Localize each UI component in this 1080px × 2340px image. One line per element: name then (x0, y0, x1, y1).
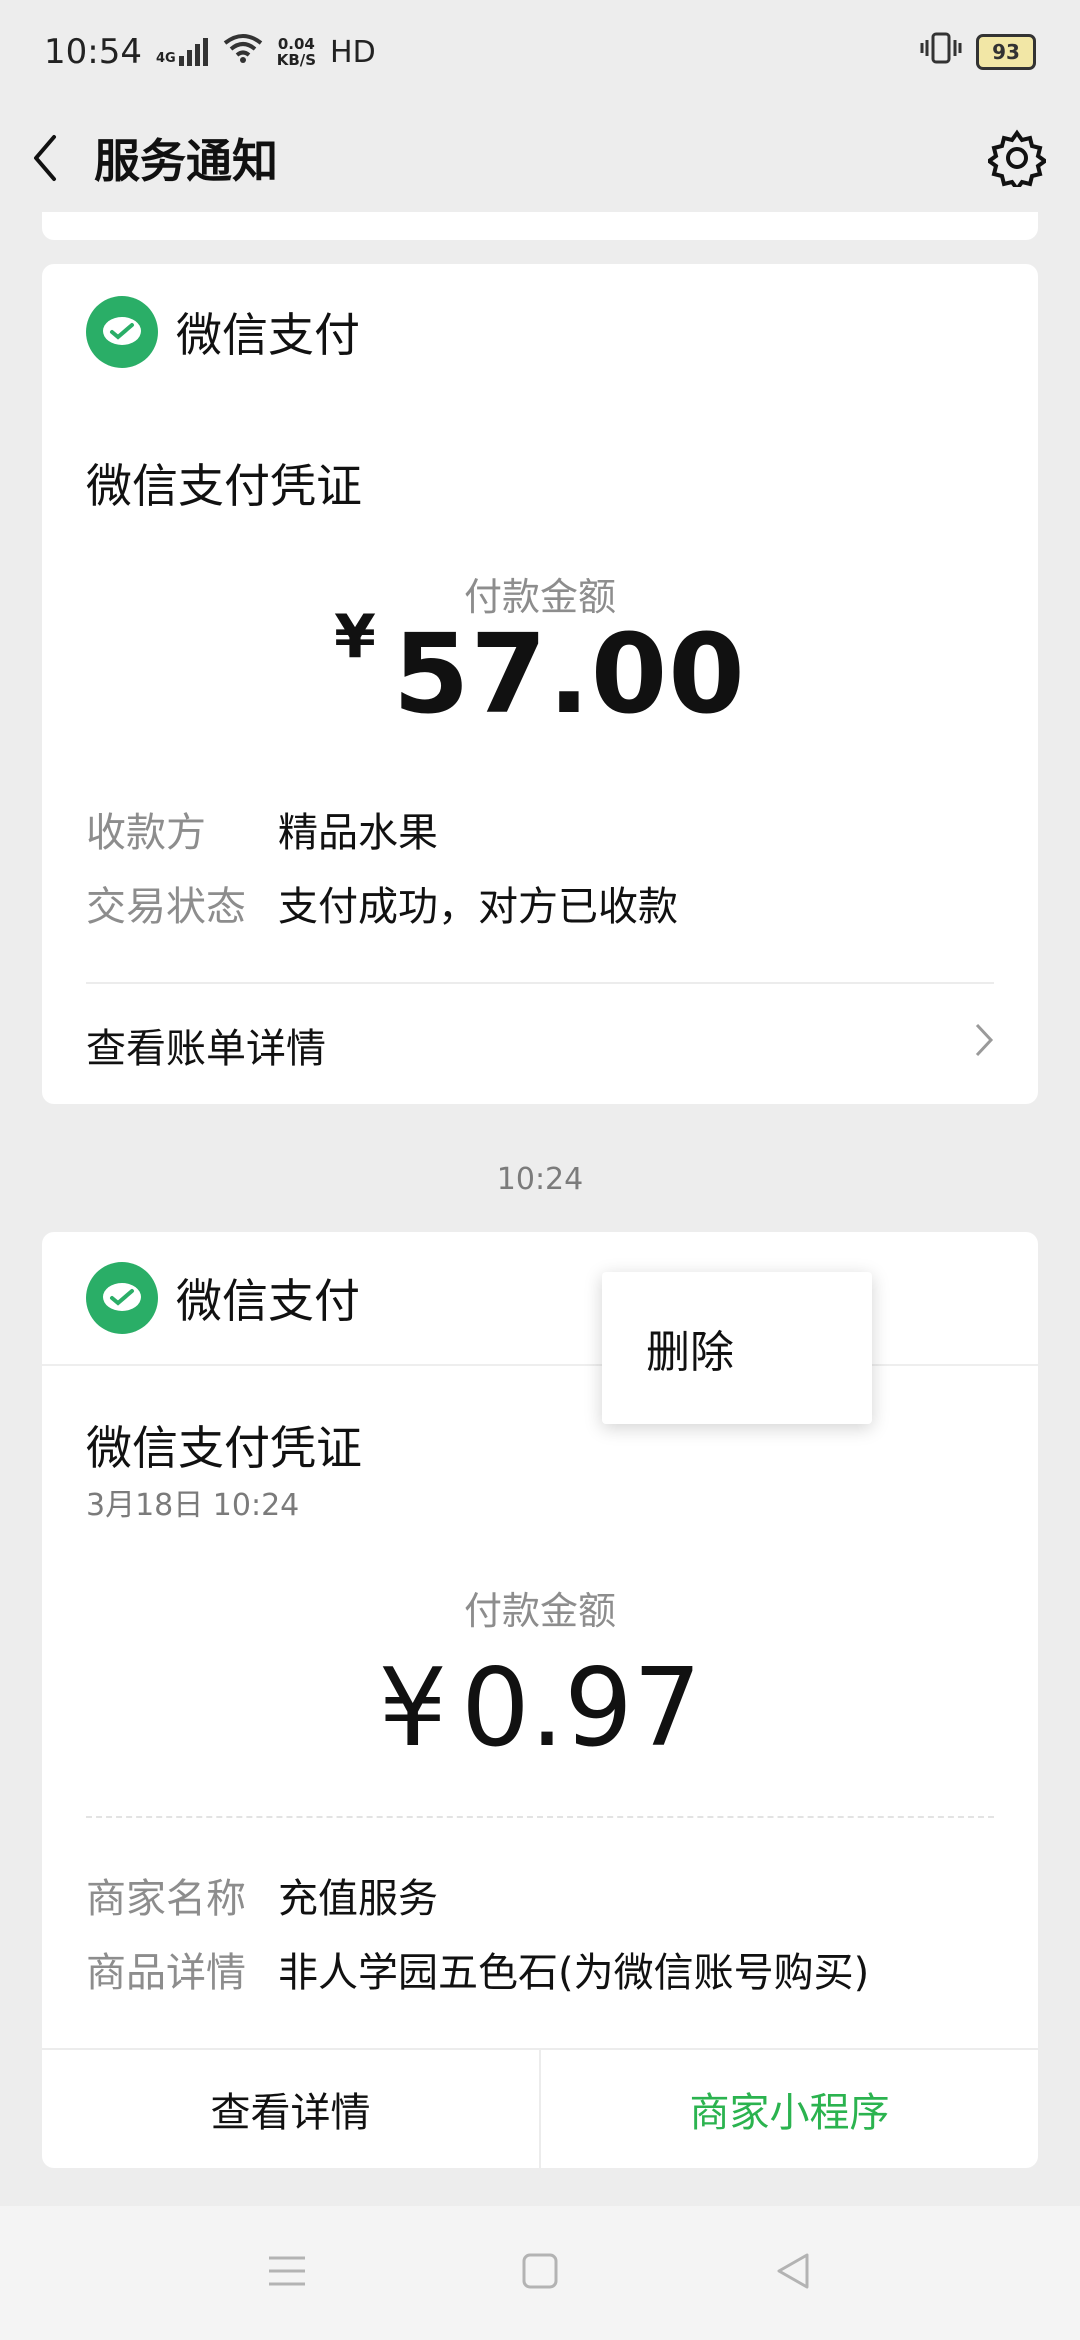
context-menu: 删除 (602, 1272, 872, 1424)
amount-label: 付款金额 (463, 1589, 616, 1633)
vibrate-icon (920, 32, 962, 73)
merchant-key: 商家名称 (86, 1876, 246, 1922)
back-triangle-icon[interactable] (773, 2251, 813, 2295)
network-speed: 0.04 KB/S (277, 36, 316, 68)
dashed-divider (86, 1816, 994, 1818)
voucher-title: 微信支付凭证 (86, 459, 362, 513)
brand-name: 微信支付 (176, 308, 360, 362)
card-actions: 查看详情 商家小程序 (42, 2048, 1038, 2168)
brand-header: 微信支付 (86, 296, 360, 368)
merchant-value: 充值服务 (278, 1876, 438, 1922)
status-time: 10:54 (44, 32, 142, 72)
payee-row: 收款方 精品水果 (86, 800, 438, 858)
cellular-signal-icon: 4G (156, 38, 209, 66)
navigation-bar: 服务通知 (0, 104, 1080, 212)
payment-voucher-card[interactable]: 微信支付 微信支付凭证 3月18日 10:24 付款金额 ¥0.97 商家名称 … (42, 1232, 1038, 2168)
product-value: 非人学园五色石(为微信账号购买) (278, 1950, 870, 1996)
currency-symbol: ¥ (378, 1646, 448, 1771)
wifi-icon (223, 32, 263, 72)
wechat-pay-logo-icon (86, 296, 158, 368)
chevron-right-icon (974, 1022, 994, 1068)
gear-icon[interactable] (988, 129, 1046, 187)
page-title: 服务通知 (94, 134, 278, 188)
battery-icon: 93 (976, 34, 1036, 70)
divider (42, 1364, 1038, 1366)
status-key: 交易状态 (86, 884, 246, 930)
status-row: 交易状态 支付成功，对方已收款 (86, 874, 678, 932)
delete-menu-item[interactable]: 删除 (646, 1316, 734, 1380)
status-value: 支付成功，对方已收款 (278, 884, 678, 930)
brand-header: 微信支付 (86, 1262, 360, 1334)
network-type: 4G (155, 51, 176, 66)
divider (86, 982, 994, 984)
status-bar: 10:54 4G 0.04 KB/S HD 93 (0, 0, 1080, 104)
system-navigation-bar (0, 2206, 1080, 2340)
brand-name: 微信支付 (176, 1274, 360, 1328)
wechat-pay-logo-icon (86, 1262, 158, 1334)
view-bill-details-label: 查看账单详情 (86, 1026, 326, 1072)
voucher-title: 微信支付凭证 (86, 1421, 362, 1475)
payment-voucher-card[interactable]: 微信支付 微信支付凭证 付款金额 ¥57.00 收款方 精品水果 交易状态 支付… (42, 264, 1038, 1104)
hd-indicator: HD (330, 34, 376, 70)
message-timestamp: 10:24 (496, 1162, 584, 1197)
back-arrow-icon[interactable] (30, 133, 60, 183)
home-icon[interactable] (521, 2252, 559, 2294)
merchant-mini-program-button[interactable]: 商家小程序 (541, 2050, 1038, 2168)
network-speed-unit: KB/S (276, 51, 317, 69)
product-row: 商品详情 非人学园五色石(为微信账号购买) (86, 1940, 869, 1998)
payee-key: 收款方 (86, 810, 206, 856)
previous-card-edge (42, 212, 1038, 240)
payee-value: 精品水果 (278, 810, 438, 856)
battery-level: 93 (992, 40, 1020, 64)
currency-symbol: ¥ (334, 602, 377, 672)
amount-value: 57.00 (392, 610, 746, 738)
payment-amount: ¥57.00 (42, 602, 1038, 738)
menu-icon[interactable] (267, 2254, 307, 2292)
payment-amount: ¥0.97 (42, 1646, 1038, 1771)
merchant-row: 商家名称 充值服务 (86, 1866, 438, 1924)
view-bill-details-link[interactable]: 查看账单详情 (86, 1010, 994, 1080)
amount-value: 0.97 (461, 1646, 702, 1771)
product-key: 商品详情 (86, 1950, 246, 1996)
view-details-button[interactable]: 查看详情 (42, 2050, 541, 2168)
network-speed-value: 0.04 (277, 35, 315, 53)
voucher-date: 3月18日 10:24 (86, 1488, 300, 1523)
